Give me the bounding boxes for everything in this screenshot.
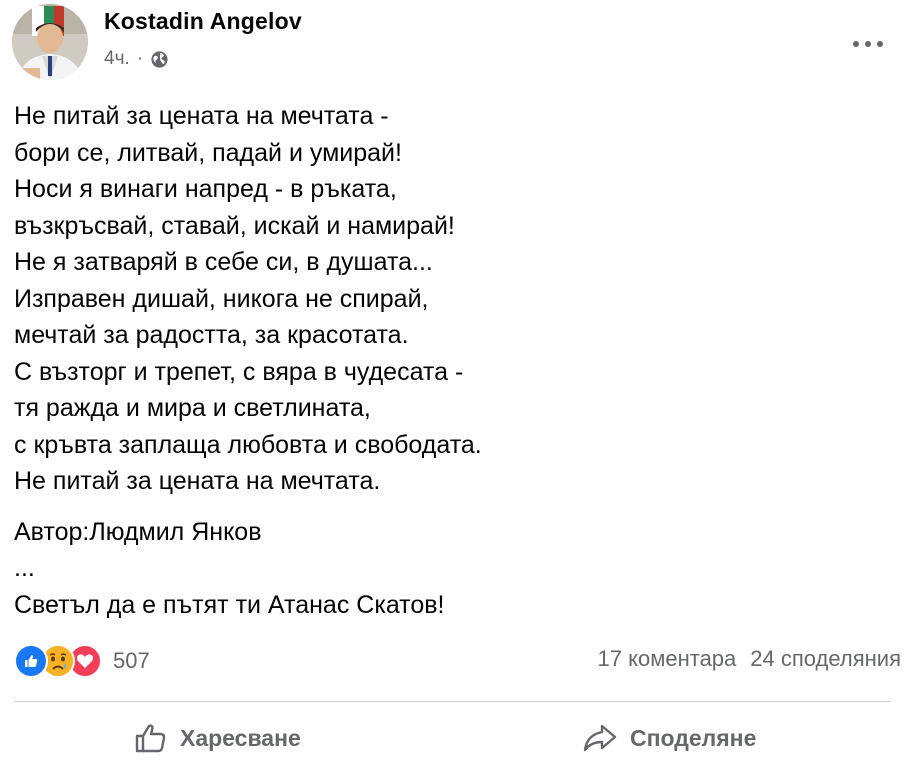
reactions-summary[interactable]: 507 — [14, 644, 150, 678]
like-icon — [14, 644, 48, 678]
engagement-counts: 17 коментара 24 споделяния — [598, 646, 901, 672]
share-arrow-icon — [583, 724, 617, 752]
shares-count[interactable]: 24 споделяния — [750, 646, 901, 672]
post-text: Не питай за цената на мечтата - бори се,… — [14, 98, 482, 623]
comments-count[interactable]: 17 коментара — [598, 646, 737, 672]
poem-line: тя ражда и мира и светлината, — [14, 394, 371, 422]
post-time[interactable]: 4ч. — [104, 48, 130, 70]
poem-line: бори се, литвай, падай и умирай! — [14, 138, 402, 167]
poem-line: Не питай за цената на мечтата - — [14, 102, 389, 130]
reactions-count: 507 — [113, 648, 150, 673]
poem-line: Не я затваряй в себе си, в душата... — [14, 248, 433, 276]
actions-divider — [14, 701, 891, 702]
poem-line: възкръсвай, ставай, искай и намирай! — [14, 211, 455, 240]
poem-line: С възторг и трепет, с вяра в чудесата - — [14, 357, 464, 386]
meta-separator: · — [136, 48, 144, 69]
closing-text: Светъл да е пътят ти Атанас Скатов! — [14, 590, 445, 619]
poem-line: с кръвта заплаща любовта и свободата. — [14, 430, 482, 459]
thumbs-up-icon — [135, 724, 166, 753]
post-meta: 4ч. · — [104, 48, 169, 70]
poem-credit: Автор:Людмил Янков — [14, 517, 262, 546]
avatar-photo — [12, 4, 88, 80]
more-options-icon[interactable] — [844, 26, 892, 62]
author-name[interactable]: Kostadin Angelov — [104, 8, 302, 35]
share-label: Споделяне — [630, 724, 757, 751]
globe-icon[interactable] — [150, 50, 169, 69]
like-button[interactable]: Харесване — [134, 716, 301, 760]
poem-line: мечтай за радостта, за красотата. — [14, 321, 409, 349]
like-label: Харесване — [180, 724, 301, 751]
ellipsis-text: ... — [14, 554, 35, 582]
poem-line: Изправен дишай, никога не спирай, — [14, 284, 429, 313]
author-avatar[interactable] — [12, 4, 88, 80]
poem-line: Носи я винаги напред - в ръката, — [14, 175, 397, 203]
poem-line: Не питай за цената на мечтата. — [14, 467, 381, 495]
share-button[interactable]: Споделяне — [582, 716, 756, 760]
